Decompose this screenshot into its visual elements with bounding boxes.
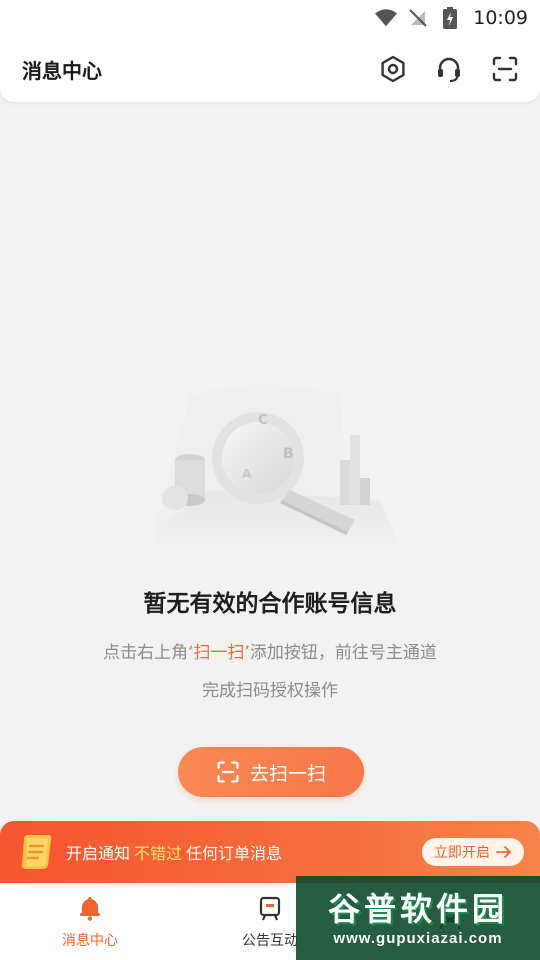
site-watermark: 谷普软件园 www.gupuxiazai.com [296, 876, 540, 960]
notification-text: 开启通知 不错过 任何订单消息 [66, 840, 422, 864]
notify-highlight: 不错过 [134, 844, 183, 863]
scan-icon [492, 56, 518, 82]
desc-prefix: 点击右上角 [103, 643, 189, 663]
notify-prefix: 开启通知 [66, 844, 131, 863]
customer-service-button[interactable] [434, 54, 464, 84]
tab-label: 消息中心 [62, 932, 118, 949]
enable-notification-label: 立即开启 [434, 845, 490, 861]
svg-text:A: A [242, 467, 252, 481]
enable-notification-button[interactable]: 立即开启 [422, 838, 524, 866]
hexagon-settings-icon [381, 55, 405, 83]
header-actions [378, 54, 520, 84]
battery-icon [439, 7, 461, 29]
empty-state-title: 暂无有效的合作账号信息 [143, 591, 397, 617]
desc-highlight: ‘扫一扫’ [188, 643, 250, 663]
watermark-url: www.gupuxiazai.com [333, 929, 503, 947]
no-signal-icon [407, 7, 429, 29]
app-header: 消息中心 [0, 36, 540, 102]
arrow-right-icon [496, 846, 511, 858]
svg-text:B: B [283, 446, 294, 462]
go-scan-label: 去扫一扫 [249, 762, 326, 785]
settings-button[interactable] [378, 54, 408, 84]
tab-message-center[interactable]: 消息中心 [0, 883, 180, 960]
desc-suffix: 添加按钮，前往号主通道 [249, 643, 437, 663]
scan-button[interactable] [490, 54, 520, 84]
tab-label: 公告互动 [242, 932, 298, 949]
notify-suffix: 任何订单消息 [186, 844, 283, 863]
watermark-title: 谷普软件园 [327, 889, 508, 928]
go-scan-button[interactable]: 去扫一扫 [178, 747, 364, 797]
empty-state-description: 点击右上角‘扫一扫’添加按钮，前往号主通道 完成扫码授权操作 [0, 634, 540, 710]
bell-icon [76, 894, 104, 922]
wifi-icon [375, 7, 398, 29]
svg-text:C: C [258, 413, 268, 428]
headset-icon [438, 57, 460, 83]
status-time: 10:09 [473, 7, 528, 29]
empty-search-illustration: B A C [150, 380, 400, 550]
notice-scroll-icon [21, 835, 52, 869]
notification-banner: 开启通知 不错过 任何订单消息 立即开启 [0, 821, 540, 883]
scan-icon [217, 761, 239, 783]
page-title: 消息中心 [22, 58, 102, 83]
empty-state-line2: 完成扫码授权操作 [202, 681, 338, 701]
notice-board-icon [256, 894, 284, 922]
status-bar: 10:09 [0, 0, 540, 36]
empty-state-line1: 点击右上角‘扫一扫’添加按钮，前往号主通道 [0, 634, 540, 672]
